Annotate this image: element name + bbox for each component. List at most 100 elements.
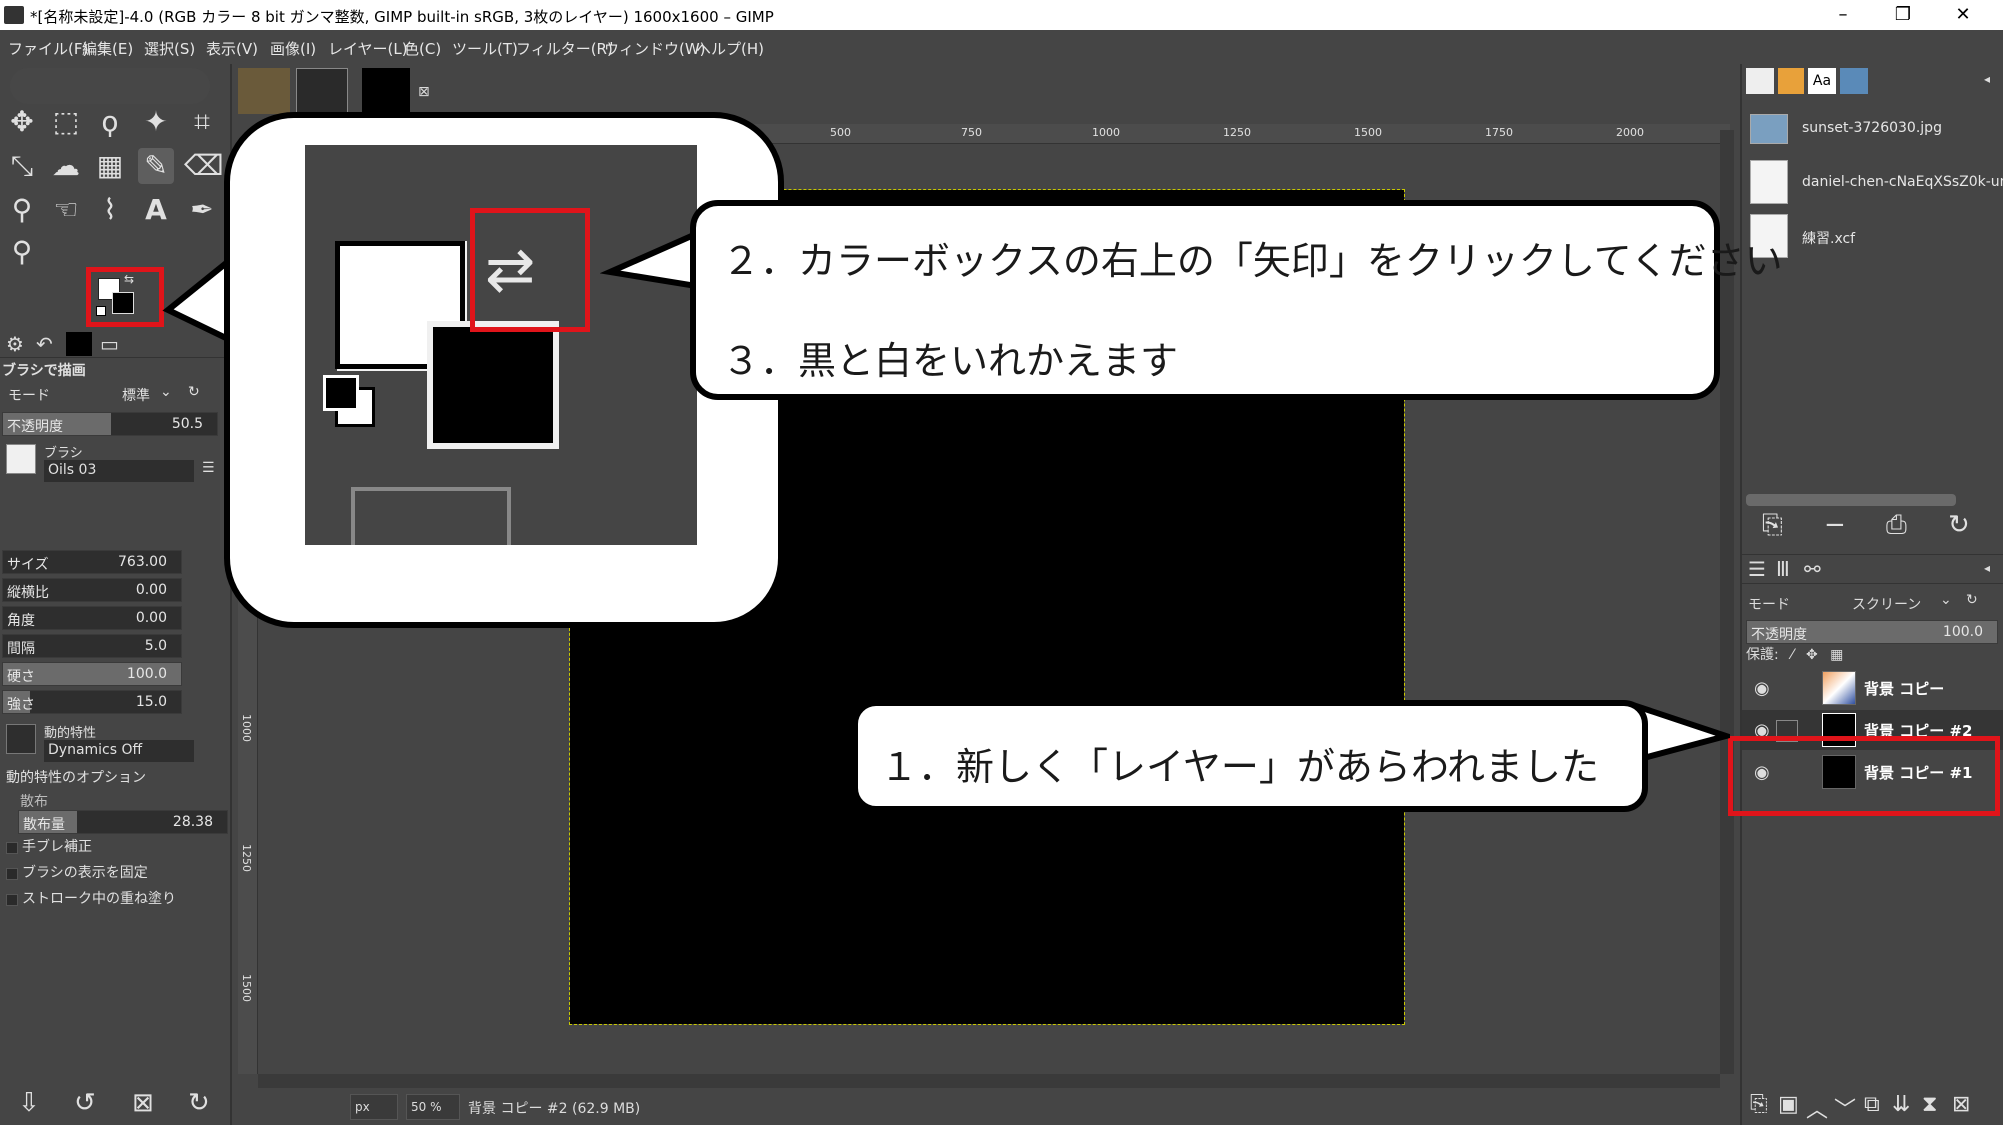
fonts-tab-icon[interactable]: Aa <box>1808 68 1836 94</box>
lock-pixels-icon[interactable]: ⁄ <box>1791 647 1793 663</box>
undo-history-tab-icon[interactable]: ↶ <box>36 332 53 356</box>
paintbrush-tool-icon[interactable]: ✎ <box>138 148 174 184</box>
edit-brush-icon[interactable]: ☰ <box>202 460 215 476</box>
rect-select-tool-icon[interactable]: ⬚ <box>48 104 84 140</box>
menu-filters[interactable]: フィルター(R) <box>516 38 613 59</box>
menu-image[interactable]: 画像(I) <box>270 38 316 59</box>
colors-tab-icon[interactable] <box>66 332 92 356</box>
image-list-item[interactable]: sunset-3726030.jpg <box>1750 106 2003 154</box>
dynamics-select[interactable]: Dynamics Off <box>44 740 194 762</box>
menu-file[interactable]: ファイル(F) <box>8 38 88 59</box>
opacity-slider[interactable]: 不透明度 50.5 <box>2 412 218 436</box>
device-status-tab-icon[interactable]: ▭ <box>100 332 119 356</box>
size-slider[interactable]: サイズ 763.00 <box>2 550 182 574</box>
raise-layer-icon[interactable]: ︿ <box>1806 1092 1828 1124</box>
brushes-tab-icon[interactable] <box>1746 68 1774 94</box>
move-tool-icon[interactable]: ✥ <box>4 104 40 140</box>
menu-select[interactable]: 選択(S) <box>144 38 195 59</box>
lock-brush-checkbox[interactable] <box>6 868 18 880</box>
new-layer-icon[interactable]: ⎘ <box>1750 1092 1768 1117</box>
close-tab-icon[interactable]: ⊠ <box>418 84 430 100</box>
images-tab-icon[interactable] <box>1840 68 1868 94</box>
menu-view[interactable]: 表示(V) <box>206 38 258 59</box>
menu-tools[interactable]: ツール(T) <box>452 38 518 59</box>
close-button[interactable]: ✕ <box>1933 0 1993 30</box>
channels-tab-icon[interactable]: Ⅲ <box>1776 557 1790 581</box>
lock-alpha-icon[interactable]: ▦ <box>1830 647 1843 663</box>
unit-select[interactable]: px <box>350 1094 398 1120</box>
panel-menu-icon[interactable]: ◂ <box>1984 72 1990 86</box>
dynamics-options-row[interactable]: 動的特性のオプション <box>2 764 220 790</box>
menu-layer[interactable]: レイヤー(L) <box>328 38 408 59</box>
lock-position-icon[interactable]: ✥ <box>1806 647 1818 663</box>
dynamics-preview[interactable] <box>6 724 36 754</box>
smudge-tool-icon[interactable]: ☜ <box>48 192 84 228</box>
merge-down-icon[interactable]: ⇊ <box>1892 1092 1910 1117</box>
image-tab-2[interactable] <box>296 68 348 114</box>
delete-layer-icon[interactable]: ⊠ <box>1952 1092 1970 1117</box>
minimize-button[interactable]: – <box>1813 0 1873 30</box>
warp-tool-icon[interactable]: ☁ <box>48 148 84 184</box>
tool-options-tab-icon[interactable]: ⚙ <box>6 332 24 356</box>
bucket-fill-tool-icon[interactable]: ▦ <box>92 148 128 184</box>
layer-mode-select[interactable]: スクリーン <box>1852 594 1921 614</box>
menu-help[interactable]: ヘルプ(H) <box>696 38 764 59</box>
hardness-slider[interactable]: 硬さ 100.0 <box>2 662 182 686</box>
crop-tool-icon[interactable]: ⌗ <box>184 104 220 140</box>
lasso-tool-icon[interactable]: ϙ <box>92 104 128 140</box>
image-list-item[interactable]: daniel-chen-cNaEqXSsZ0k-unsp <box>1750 160 2003 208</box>
eraser-tool-icon[interactable]: ⌫ <box>184 148 224 184</box>
layers-tab-icon[interactable]: ☰ <box>1748 557 1766 581</box>
aspect-slider[interactable]: 縦横比 0.00 <box>2 578 182 602</box>
images-scrollbar[interactable] <box>1746 494 1956 506</box>
layer-row[interactable]: ◉ 背景 コピー <box>1742 668 2003 708</box>
restore-button[interactable]: ❐ <box>1873 0 1933 30</box>
chevron-down-icon[interactable]: ⌄ <box>160 384 172 400</box>
duplicate-layer-icon[interactable]: ⧉ <box>1864 1092 1880 1117</box>
angle-slider[interactable]: 角度 0.00 <box>2 606 182 630</box>
menu-color[interactable]: 色(C) <box>404 38 441 59</box>
reset-options-icon[interactable]: ↻ <box>188 1088 210 1118</box>
zoom-select[interactable]: 50 % <box>406 1094 460 1120</box>
patterns-tab-icon[interactable] <box>1778 68 1804 94</box>
incremental-checkbox[interactable] <box>6 894 18 906</box>
clone-tool-icon[interactable]: ⚲ <box>4 192 40 228</box>
color-picker-tool-icon[interactable]: ✒ <box>184 192 220 228</box>
save-options-icon[interactable]: ⇩ <box>18 1088 40 1118</box>
fuzzy-select-tool-icon[interactable]: ✦ <box>138 104 174 140</box>
smooth-checkbox[interactable] <box>6 842 18 854</box>
paths-tab-icon[interactable]: ⚯ <box>1804 557 1821 581</box>
lower-layer-icon[interactable]: ﹀ <box>1834 1092 1856 1124</box>
image-tab-1[interactable] <box>238 68 290 114</box>
transform-tool-icon[interactable]: ⤡ <box>4 148 40 184</box>
spacing-slider[interactable]: 間隔 5.0 <box>2 634 182 658</box>
menu-windows[interactable]: ウィンドウ(W) <box>604 38 706 59</box>
chevron-down-icon[interactable]: ⌄ <box>1940 592 1952 608</box>
zoom-tool-icon[interactable]: ⚲ <box>4 234 40 270</box>
panel-menu-icon[interactable]: ◂ <box>1984 561 1990 575</box>
horizontal-scrollbar[interactable] <box>258 1074 1720 1088</box>
reset-icon[interactable]: ↻ <box>1966 592 1978 608</box>
brush-preview[interactable] <box>6 444 36 474</box>
image-list-item[interactable]: 練習.xcf <box>1750 214 2003 262</box>
force-slider[interactable]: 強さ 15.0 <box>2 690 182 714</box>
menu-edit[interactable]: 編集(E) <box>82 38 133 59</box>
image-tab-3[interactable] <box>362 68 410 114</box>
dynamics-row: 動的特性 Dynamics Off <box>2 720 220 764</box>
remove-image-icon[interactable]: − <box>1824 510 1846 540</box>
mask-icon[interactable]: ⧗ <box>1922 1092 1937 1117</box>
brush-name[interactable]: Oils 03 <box>44 460 194 482</box>
refresh-icon[interactable]: ↻ <box>1948 510 1970 540</box>
eye-icon[interactable]: ◉ <box>1754 678 1770 699</box>
scatter-amount-slider[interactable]: 散布量 28.38 <box>18 810 228 834</box>
print-icon[interactable]: ⎙ <box>1886 510 1907 541</box>
new-group-icon[interactable]: ▣ <box>1778 1092 1799 1117</box>
paths-tool-icon[interactable]: ⌇ <box>92 192 128 228</box>
text-tool-icon[interactable]: A <box>138 192 174 228</box>
mode-select[interactable]: 標準 <box>122 385 150 405</box>
delete-options-icon[interactable]: ⊠ <box>132 1088 154 1118</box>
reset-icon[interactable]: ↻ <box>188 384 200 400</box>
restore-options-icon[interactable]: ↺ <box>74 1088 96 1118</box>
layer-opacity-slider[interactable]: 不透明度 100.0 <box>1746 620 1998 644</box>
open-image-icon[interactable]: ⎘ <box>1762 510 1783 541</box>
